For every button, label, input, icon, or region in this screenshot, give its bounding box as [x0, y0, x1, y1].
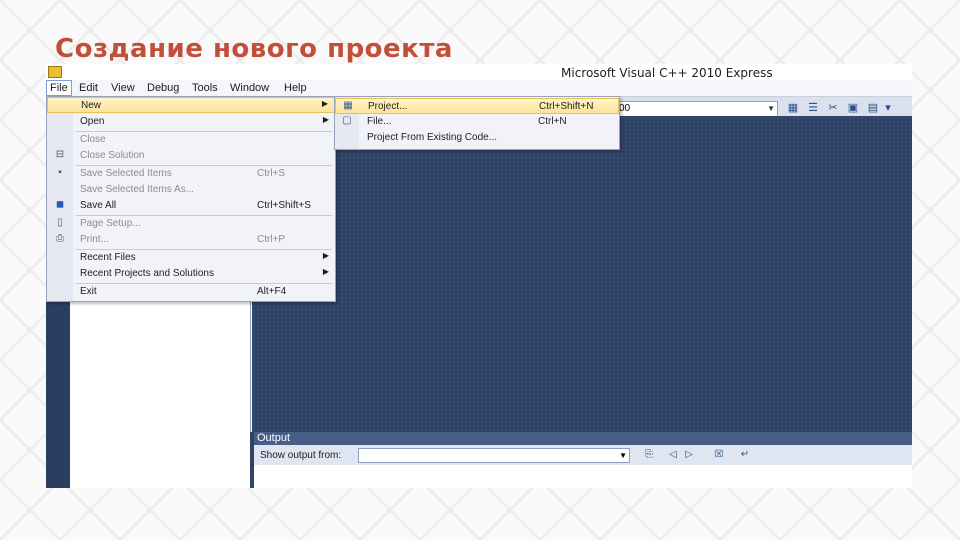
menu-item-shortcut: Alt+F4 — [257, 286, 287, 297]
menu-item-page-setup[interactable]: ▯ Page Setup... — [47, 216, 335, 232]
menu-item-shortcut: Ctrl+S — [257, 168, 286, 179]
output-header: Output — [254, 432, 912, 445]
page-setup-icon: ▯ — [57, 217, 63, 228]
slide-title: Создание нового проекта — [55, 34, 453, 64]
menu-item-exit[interactable]: Exit Alt+F4 — [47, 284, 335, 300]
submenu-arrow-icon: ▶ — [322, 267, 329, 276]
menu-item-new[interactable]: New ▶ — [47, 97, 335, 113]
menu-bar: File Edit View Debug Tools Window Help — [46, 80, 912, 97]
solution-config-combo[interactable]: 00 ▼ — [616, 101, 778, 117]
app-icon — [48, 66, 62, 78]
menu-edit[interactable]: Edit — [76, 81, 101, 95]
find-message-icon[interactable]: ⎘ — [642, 448, 656, 462]
prev-message-icon[interactable]: ◁ — [666, 448, 680, 462]
clear-all-icon[interactable]: ☒ — [712, 448, 726, 462]
output-toolbar: Show output from: ▼ ⎘ ◁ ▷ ☒ ↵ — [254, 445, 912, 465]
menu-item-label: File... — [367, 116, 392, 127]
menu-window[interactable]: Window — [227, 81, 272, 95]
menu-file[interactable]: File — [46, 80, 72, 96]
submenu-arrow-icon: ▶ — [322, 251, 329, 260]
file-menu: New ▶ Open ▶ Close ⊟ Close Solution ▪ Sa… — [46, 96, 336, 302]
new-file-icon: ▢ — [342, 115, 352, 126]
menu-item-shortcut: Ctrl+Shift+S — [257, 200, 311, 211]
menu-item-shortcut: Ctrl+Shift+N — [539, 101, 594, 112]
overflow-icon[interactable]: ▾ — [884, 101, 892, 115]
submenu-arrow-icon: ▶ — [322, 115, 329, 124]
close-solution-icon: ⊟ — [55, 149, 65, 160]
menu-item-label: Save All — [80, 200, 117, 211]
menu-tools[interactable]: Tools — [189, 81, 221, 95]
ide-screenshot: Microsoft Visual C++ 2010 Express File E… — [46, 64, 912, 488]
chevron-down-icon[interactable]: ▼ — [619, 449, 627, 462]
submenu-item-file[interactable]: ▢ File... Ctrl+N — [335, 114, 619, 130]
menu-item-label: New — [81, 100, 102, 111]
menu-item-save-all[interactable]: ◼ Save All Ctrl+Shift+S — [47, 198, 335, 214]
menu-item-shortcut: Ctrl+N — [538, 116, 567, 127]
chevron-down-icon[interactable]: ▼ — [767, 102, 775, 116]
next-message-icon[interactable]: ▷ — [682, 448, 696, 462]
toolbox-icon[interactable]: ✂ — [826, 101, 840, 115]
menu-item-label: Open — [80, 116, 105, 127]
menu-item-label: Save Selected Items — [80, 168, 172, 179]
menu-item-label: Save Selected Items As... — [80, 184, 194, 195]
new-submenu: ▦ Project... Ctrl+Shift+N ▢ File... Ctrl… — [334, 96, 620, 150]
save-icon: ▪ — [58, 167, 62, 178]
show-output-label: Show output from: — [260, 450, 342, 461]
menu-item-label: Recent Files — [80, 252, 136, 263]
menu-item-label: Recent Projects and Solutions — [80, 268, 214, 279]
print-icon: ⎙ — [56, 233, 64, 244]
menu-item-save-selected[interactable]: ▪ Save Selected Items Ctrl+S — [47, 166, 335, 182]
new-project-icon: ▦ — [343, 100, 353, 111]
menu-item-recent-files[interactable]: Recent Files ▶ — [47, 250, 335, 266]
menu-item-shortcut: Ctrl+P — [257, 234, 286, 245]
extension-icon[interactable]: ▣ — [846, 101, 860, 115]
menu-item-label: Print... — [80, 234, 109, 245]
editor-area — [252, 116, 912, 432]
menu-item-print[interactable]: ⎙ Print... Ctrl+P — [47, 232, 335, 248]
save-all-icon: ◼ — [55, 199, 65, 210]
menu-item-label: Project... — [368, 101, 408, 112]
output-text-area[interactable] — [254, 465, 912, 488]
menu-debug[interactable]: Debug — [144, 81, 182, 95]
submenu-arrow-icon: ▶ — [321, 99, 328, 108]
menu-item-recent-projects[interactable]: Recent Projects and Solutions ▶ — [47, 266, 335, 282]
output-panel: Output Show output from: ▼ ⎘ ◁ ▷ ☒ ↵ — [254, 432, 912, 488]
menu-item-open[interactable]: Open ▶ — [47, 114, 335, 130]
submenu-item-project-from-existing[interactable]: Project From Existing Code... — [335, 130, 619, 146]
menu-item-close[interactable]: Close — [47, 132, 335, 148]
window-title: Microsoft Visual C++ 2010 Express — [561, 66, 773, 80]
menu-item-label: Project From Existing Code... — [367, 132, 498, 143]
solution-explorer-icon[interactable]: ▦ — [786, 101, 800, 115]
menu-item-label: Close Solution — [80, 150, 145, 161]
properties-icon[interactable]: ☰ — [806, 101, 820, 115]
menu-item-close-solution[interactable]: ⊟ Close Solution — [47, 148, 335, 164]
menu-item-label: Close — [80, 134, 106, 145]
class-view-icon[interactable]: ▤ — [866, 101, 880, 115]
menu-item-label: Page Setup... — [80, 218, 141, 229]
menu-item-save-as[interactable]: Save Selected Items As... — [47, 182, 335, 198]
submenu-item-project[interactable]: ▦ Project... Ctrl+Shift+N — [335, 98, 619, 114]
show-output-combo[interactable]: ▼ — [358, 448, 630, 463]
menu-item-label: Exit — [80, 286, 97, 297]
solution-config-value: 00 — [619, 103, 631, 114]
word-wrap-icon[interactable]: ↵ — [738, 448, 752, 462]
menu-help[interactable]: Help — [281, 81, 310, 95]
menu-view[interactable]: View — [108, 81, 138, 95]
